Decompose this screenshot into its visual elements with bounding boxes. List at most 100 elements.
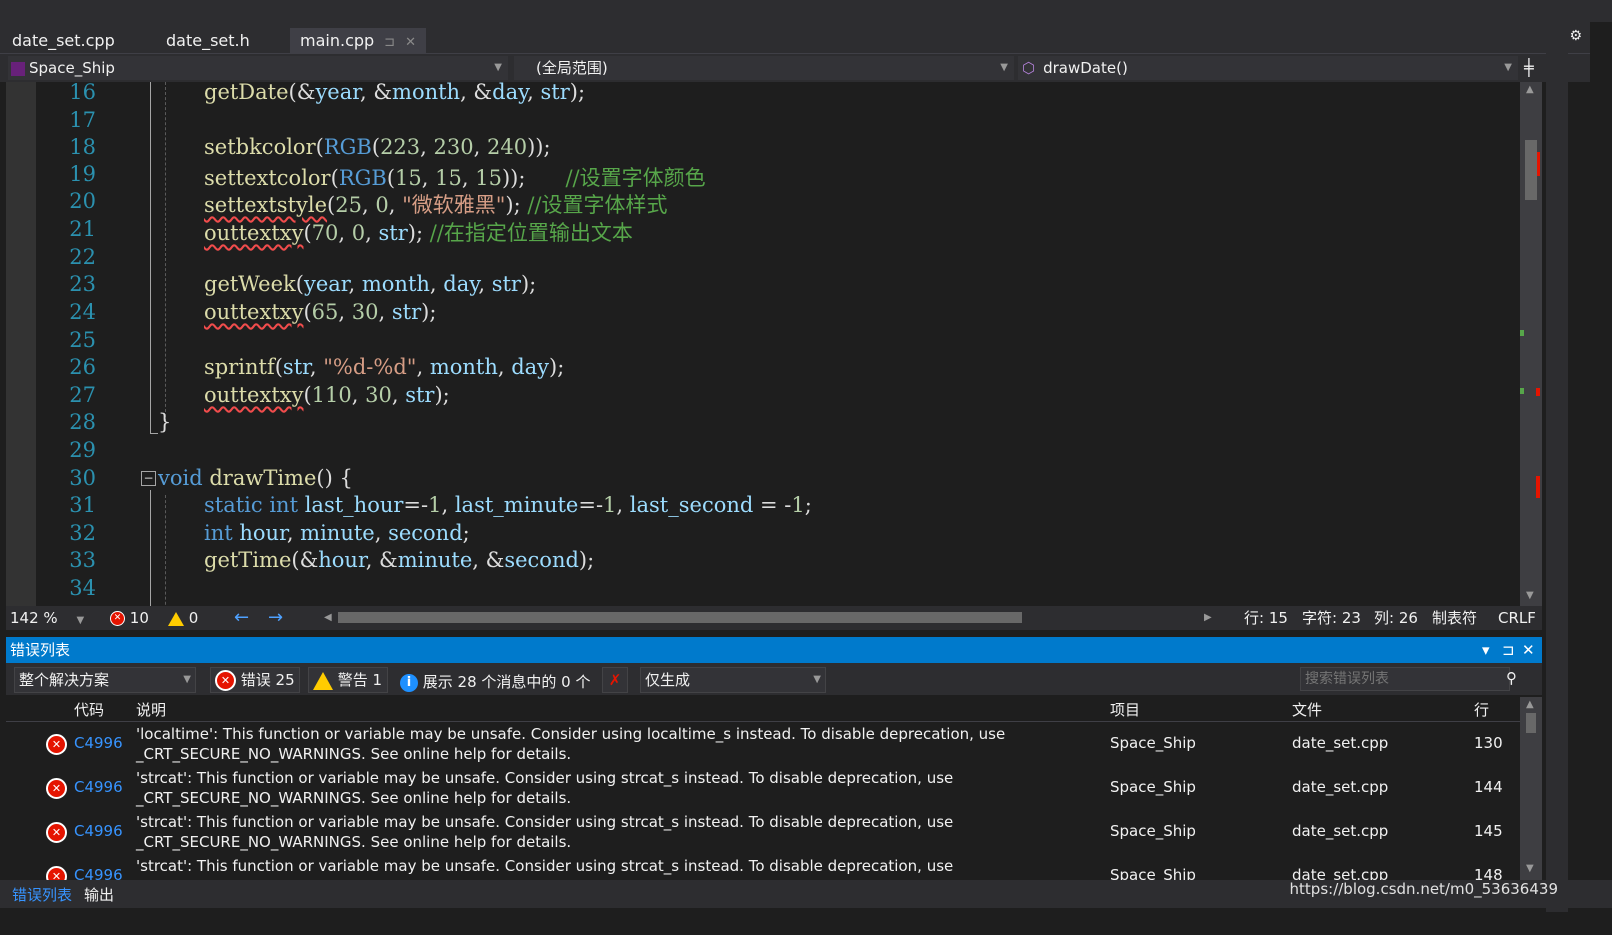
col-header-file[interactable]: 文件 [1292,699,1322,720]
tab-mode[interactable]: 制表符 [1432,608,1477,628]
error-code-link[interactable]: C4996 [74,866,123,880]
col-header-line[interactable]: 行 [1474,699,1489,720]
error-code-link[interactable]: C4996 [74,734,123,752]
table-row[interactable]: ✕ C4996 'strcat': This function or varia… [6,810,1520,854]
chevron-down-icon: ▼ [183,674,191,685]
line-number: 30 [69,466,96,490]
fold-end [150,433,158,434]
code-line-20: settextstyle(25, 0, "微软雅黑"); //设置字体样式 [204,193,668,217]
error-file: date_set.cpp [1292,734,1389,752]
chevron-down-icon: ▼ [1000,62,1008,73]
error-list-scrollbar[interactable]: ▲ ▼ [1520,697,1542,880]
scope-select[interactable]: 整个解决方案 ▼ [14,667,196,693]
error-description: 'localtime': This function or variable m… [136,725,1006,763]
cursor-col: 列: 26 [1374,609,1418,627]
warnings-filter-button[interactable]: 警告 1 [308,667,388,693]
project-icon [11,61,25,76]
col-header-code[interactable]: 代码 [74,699,104,720]
code-line-21: outtextxy(70, 0, str); //在指定位置输出文本 [204,221,633,245]
code-line-24: outtextxy(65, 30, str); [204,300,437,324]
scrollbar-thumb[interactable] [1526,713,1536,733]
tab-error-list[interactable]: 错误列表 [12,884,72,905]
line-number: 16 [69,80,96,104]
error-icon: ✕ [46,778,67,799]
error-icon: ✕ [46,866,67,880]
navigation-bar: Space_Ship ▼ (全局范围) ▼ ⬡ drawDate() ▼ ╪ [0,53,1590,82]
line-number: 28 [69,410,96,434]
error-code-link[interactable]: C4996 [74,822,123,840]
line-number: 21 [69,217,96,241]
line-number: 26 [69,355,96,379]
split-icon[interactable]: ╪ [1524,58,1534,77]
nav-forward-icon[interactable]: → [268,608,283,628]
tab-date-set-h[interactable]: date_set.h [156,28,260,53]
warning-count[interactable]: 0 [168,608,198,628]
col-header-desc[interactable]: 说明 [136,699,166,720]
scroll-up-icon[interactable]: ▲ [1526,84,1534,95]
error-count[interactable]: ✕ 10 [110,608,149,628]
table-row[interactable]: ✕ C4996 'localtime': This function or va… [6,722,1520,766]
line-number: 34 [69,576,96,600]
cursor-row: 行: 15 [1244,609,1288,627]
line-number: 23 [69,272,96,296]
scroll-down-icon[interactable]: ▼ [1526,863,1534,874]
line-number: 29 [69,438,96,462]
tab-main-cpp[interactable]: main.cpp ⊐ ✕ [290,28,426,53]
fold-guide [150,490,151,620]
chevron-down-icon: ▼ [76,615,85,626]
code-line-23: getWeek(year, month, day, str); [204,272,537,296]
horizontal-scrollbar-thumb[interactable] [338,612,1022,623]
code-line-33: getTime(&hour, &minute, &second); [204,548,595,572]
change-marker [1520,388,1524,394]
zoom-dropdown[interactable]: 142 % ▼ [10,608,84,628]
scope-dropdown[interactable]: (全局范围) ▼ [514,56,1014,80]
warning-icon [313,671,333,690]
scroll-down-icon[interactable]: ▼ [1526,590,1534,601]
search-icon[interactable]: ⚲ [1506,669,1517,687]
errors-filter-button[interactable]: ✕ 错误 25 [210,667,300,693]
indent-guide [165,82,166,422]
col-header-project[interactable]: 项目 [1110,699,1140,720]
method-icon: ⬡ [1022,59,1036,77]
scrollbar-thumb[interactable] [1525,140,1537,200]
scroll-up-icon[interactable]: ▲ [1526,699,1534,710]
change-marker [1520,330,1524,336]
scroll-right-icon[interactable]: ▶ [1204,608,1212,628]
line-ending[interactable]: CRLF [1498,608,1536,628]
close-icon[interactable]: ✕ [405,35,416,50]
side-panel-strip[interactable] [1546,22,1568,912]
fold-guide [150,82,151,434]
code-line-16: getDate(&year, &month, &day, str); [204,80,586,104]
filter-clear-icon[interactable]: ✗ [602,667,628,693]
pin-icon[interactable]: ⊐ [1502,637,1515,663]
build-filter-select[interactable]: 仅生成 ▼ [640,667,826,693]
error-marker [1536,476,1540,498]
table-row[interactable]: ✕ C4996 'strcat': This function or varia… [6,766,1520,810]
error-list-toolbar: 整个解决方案 ▼ ✕ 错误 25 警告 1 i 展示 28 个消息中的 0 个 ✗… [6,663,1542,695]
error-marker [1536,388,1540,396]
tab-output[interactable]: 输出 [84,884,114,905]
scroll-left-icon[interactable]: ◀ [324,608,332,628]
tab-date-set-cpp[interactable]: date_set.cpp [2,28,125,53]
error-project: Space_Ship [1110,734,1196,752]
line-number: 22 [69,245,96,269]
error-line: 145 [1474,822,1503,840]
indent-guide [165,495,166,620]
messages-filter-button[interactable]: i 展示 28 个消息中的 0 个 [400,671,591,692]
code-line-28: } [158,410,172,434]
error-description: 'strcat': This function or variable may … [136,769,954,807]
close-icon[interactable]: ✕ [1522,637,1535,663]
line-number: 25 [69,328,96,352]
error-line: 144 [1474,778,1503,796]
pin-icon[interactable]: ⊐ [384,35,395,50]
error-icon: ✕ [46,734,67,755]
error-code-link[interactable]: C4996 [74,778,123,796]
dropdown-icon[interactable]: ▾ [1482,637,1490,663]
table-row[interactable]: ✕ C4996 'strcat': This function or varia… [6,854,1520,880]
member-dropdown[interactable]: ⬡ drawDate() ▼ [1018,56,1518,80]
search-error-list-input[interactable] [1300,667,1510,691]
project-dropdown[interactable]: Space_Ship ▼ [8,56,508,80]
nav-back-icon[interactable]: ← [234,608,249,628]
collapse-icon[interactable]: − [141,471,156,486]
error-list-header: 代码 说明 项目 文件 行 [6,697,1520,722]
